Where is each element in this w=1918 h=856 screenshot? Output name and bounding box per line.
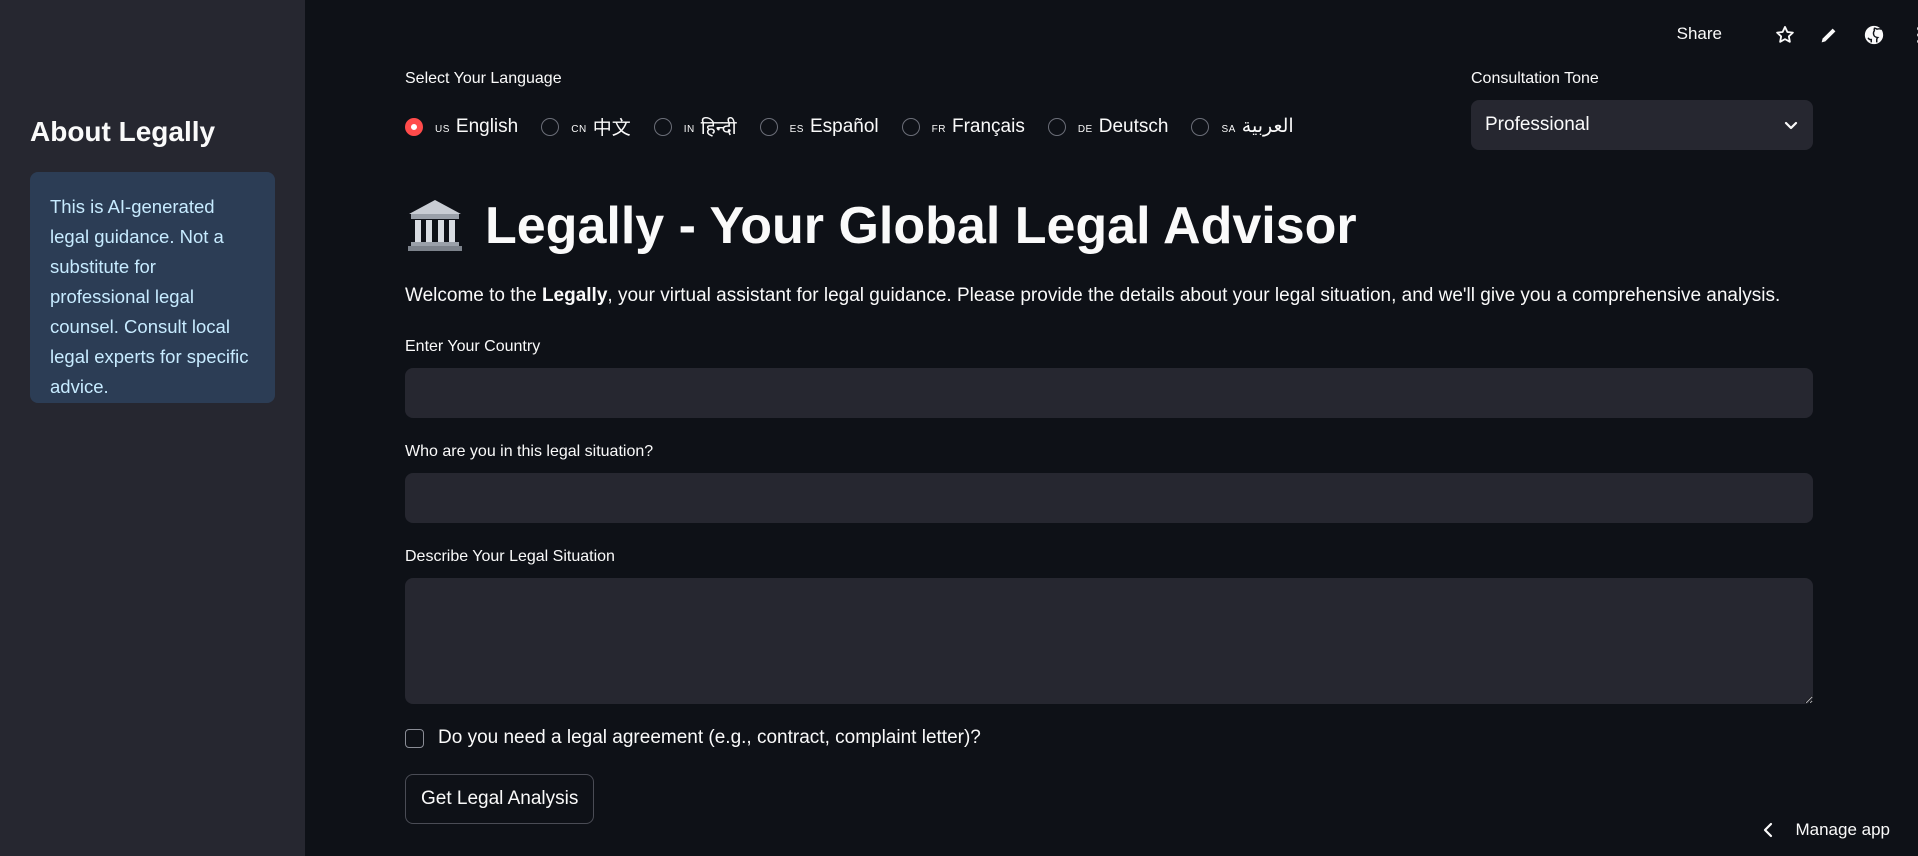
language-option-label: 中文	[592, 118, 631, 139]
language-option-label: हिन्दी	[700, 117, 737, 139]
language-option-label: العربية	[1241, 116, 1294, 137]
radio-icon[interactable]	[541, 117, 560, 136]
manage-app-button[interactable]: Manage app	[1761, 820, 1890, 840]
more-vertical-icon[interactable]	[1908, 24, 1918, 46]
language-option-arabic[interactable]: SA العربية	[1191, 115, 1294, 138]
radio-icon[interactable]	[1047, 117, 1066, 136]
agreement-label: Do you need a legal agreement (e.g., con…	[438, 727, 981, 748]
radio-icon[interactable]	[653, 117, 672, 136]
radio-icon[interactable]	[901, 117, 920, 136]
radio-icon[interactable]	[759, 117, 778, 136]
language-label: Select Your Language	[405, 70, 562, 87]
welcome-pre: Welcome to the	[405, 285, 542, 306]
info-box: This is AI-generated legal guidance. Not…	[30, 172, 275, 403]
star-icon[interactable]	[1774, 24, 1796, 46]
flag-code: ES	[789, 118, 804, 135]
language-option-label: Deutsch	[1098, 115, 1169, 137]
agreement-checkbox[interactable]	[405, 728, 424, 748]
tone-select[interactable]: Professional	[1471, 100, 1813, 150]
page-title: Legally - Your Global Legal Advisor	[405, 196, 1357, 256]
language-option-spanish[interactable]: ES Español	[759, 115, 879, 138]
flag-code: US	[435, 118, 450, 135]
flag-code: IN	[683, 118, 695, 135]
role-label: Who are you in this legal situation?	[405, 443, 654, 460]
flag-code: FR	[931, 118, 946, 135]
top-toolbar: Share	[1518, 0, 1918, 70]
get-legal-analysis-button[interactable]: Get Legal Analysis	[405, 774, 595, 824]
language-option-english[interactable]: US English	[405, 116, 518, 138]
manage-app-label: Manage app	[1795, 820, 1890, 839]
radio-icon[interactable]	[1191, 117, 1210, 136]
language-option-german[interactable]: DE Deutsch	[1047, 115, 1169, 138]
country-input[interactable]	[405, 368, 1813, 418]
page-title-text: Legally - Your Global Legal Advisor	[485, 197, 1357, 255]
chevron-left-icon	[1764, 822, 1773, 838]
agreement-checkbox-row[interactable]: Do you need a legal agreement (e.g., con…	[405, 727, 981, 749]
share-button[interactable]: Share	[1677, 24, 1722, 44]
flag-code: DE	[1077, 118, 1093, 135]
language-option-chinese[interactable]: CN 中文	[541, 113, 631, 140]
tone-select-value: Professional	[1485, 114, 1590, 135]
situation-label: Describe Your Legal Situation	[405, 548, 615, 565]
tone-label: Consultation Tone	[1471, 70, 1599, 87]
welcome-bold: Legally	[541, 285, 608, 306]
welcome-text: Welcome to the Legally, your virtual ass…	[405, 285, 1780, 307]
situation-textarea[interactable]	[405, 578, 1813, 704]
flag-code: CN	[571, 118, 587, 135]
radio-selected-icon[interactable]	[405, 117, 423, 136]
flag-code: SA	[1221, 118, 1236, 135]
sidebar-title: About Legally	[30, 116, 216, 147]
pencil-icon[interactable]	[1818, 24, 1840, 46]
welcome-post: , your virtual assistant for legal guida…	[607, 285, 1781, 306]
classical-building-icon	[408, 200, 462, 251]
language-radio-group: US English CN 中文 IN हिन्दी ES Español FR…	[405, 113, 1317, 140]
sidebar: About Legally This is AI-generated legal…	[0, 0, 305, 856]
language-option-label: Español	[809, 115, 879, 137]
github-icon[interactable]	[1863, 24, 1885, 46]
role-input[interactable]	[405, 473, 1813, 523]
language-option-french[interactable]: FR Français	[901, 115, 1025, 138]
chevron-down-icon	[1784, 121, 1798, 130]
language-option-hindi[interactable]: IN हिन्दी	[653, 114, 737, 140]
country-label: Enter Your Country	[405, 338, 541, 355]
language-option-label: Français	[951, 115, 1025, 137]
language-option-label: English	[455, 115, 519, 137]
